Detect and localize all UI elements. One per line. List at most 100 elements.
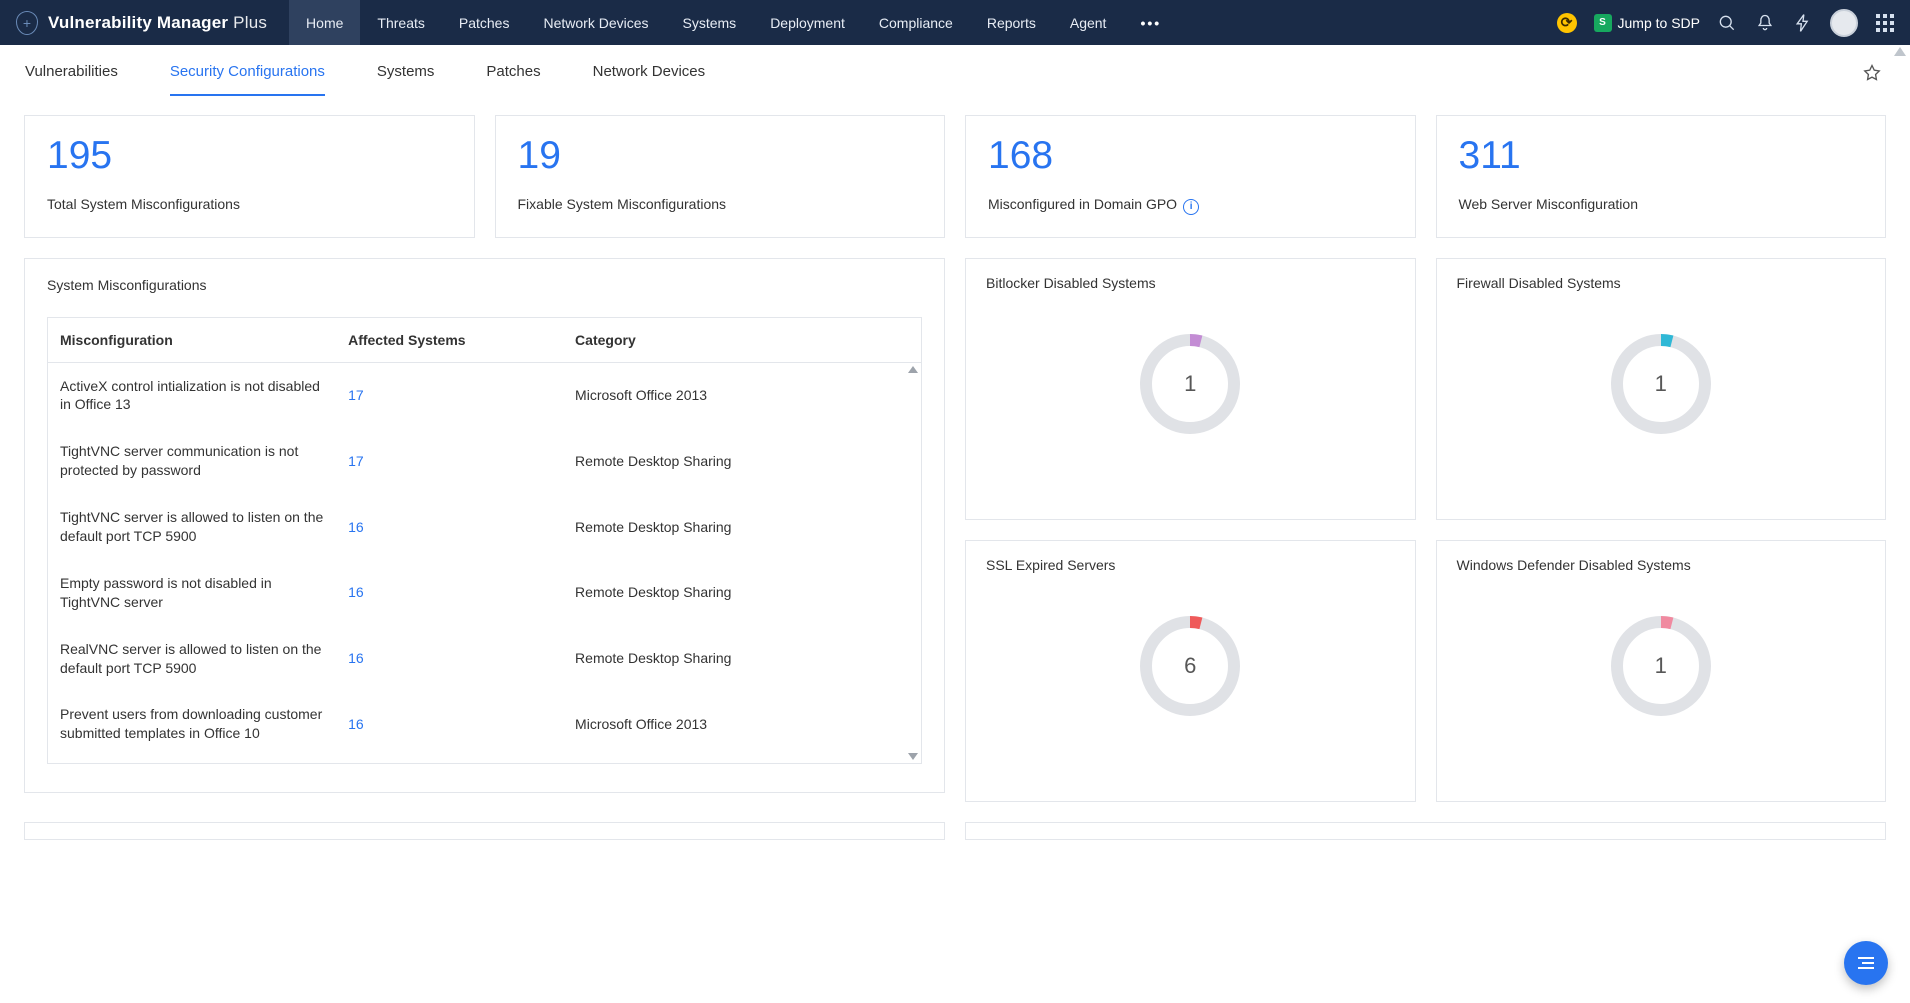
gauge-value: 1 (1606, 329, 1716, 439)
donut-gauge[interactable]: 1 (1606, 329, 1716, 439)
cell-misconfig: Users are not prevented from creating ne… (48, 757, 336, 762)
cell-affected-link[interactable]: 17 (336, 363, 563, 429)
search-icon[interactable] (1716, 12, 1738, 34)
gauge-row-1: Bitlocker Disabled Systems 1 Firewall Di… (965, 258, 1886, 520)
info-icon[interactable]: i (1183, 199, 1199, 215)
nav-item-systems[interactable]: Systems (666, 0, 754, 45)
stat-card-2: 168 Misconfigured in Domain GPOi (965, 115, 1416, 238)
donut-gauge[interactable]: 1 (1606, 611, 1716, 721)
gauge-title: SSL Expired Servers (986, 557, 1395, 573)
nav-item-compliance[interactable]: Compliance (862, 0, 970, 45)
brand[interactable]: + Vulnerability Manager Plus (16, 11, 267, 35)
gauge-title: Windows Defender Disabled Systems (1457, 557, 1866, 573)
cell-category: Microsoft Office 2013 (563, 757, 921, 762)
gauge-title: Firewall Disabled Systems (1457, 275, 1866, 291)
gauge-value: 6 (1135, 611, 1245, 721)
nav-item-home[interactable]: Home (289, 0, 360, 45)
notification-icon[interactable] (1754, 12, 1776, 34)
nav-item-network-devices[interactable]: Network Devices (526, 0, 665, 45)
gauge-row-2: SSL Expired Servers 6 Windows Defender D… (965, 540, 1886, 802)
gauge-value: 1 (1135, 329, 1245, 439)
sub-tabs: Vulnerabilities Security Configurations Sy… (0, 45, 1910, 97)
primary-nav: HomeThreatsPatchesNetwork DevicesSystems… (289, 0, 1123, 45)
cell-misconfig: TightVNC server communication is not pro… (48, 428, 336, 494)
stat-value[interactable]: 311 (1459, 134, 1864, 178)
table-row: Empty password is not disabled in TightV… (48, 560, 921, 626)
panel-placeholder (965, 822, 1886, 840)
subtab-patches[interactable]: Patches (486, 63, 540, 96)
donut-gauge[interactable]: 6 (1135, 611, 1245, 721)
cell-affected-link[interactable]: 16 (336, 626, 563, 692)
cell-category: Remote Desktop Sharing (563, 626, 921, 692)
table-row: TightVNC server communication is not pro… (48, 428, 921, 494)
stat-card-row: 195 Total System Misconfigurations19 Fix… (24, 115, 1886, 238)
gauge-value: 1 (1606, 611, 1716, 721)
nav-item-patches[interactable]: Patches (442, 0, 527, 45)
cell-misconfig: ActiveX control intialization is not dis… (48, 363, 336, 429)
table-row: RealVNC server is allowed to listen on t… (48, 626, 921, 692)
nav-item-deployment[interactable]: Deployment (753, 0, 862, 45)
shield-plus-icon: + (16, 11, 38, 35)
menu-lines-icon (1858, 957, 1874, 969)
stat-value[interactable]: 195 (47, 134, 452, 178)
cell-misconfig: RealVNC server is allowed to listen on t… (48, 626, 336, 692)
cell-category: Remote Desktop Sharing (563, 428, 921, 494)
app-header: + Vulnerability Manager Plus HomeThreats… (0, 0, 1910, 45)
subtab-vulnerabilities[interactable]: Vulnerabilities (25, 63, 118, 96)
quick-menu-fab[interactable] (1844, 941, 1888, 985)
table-row: TightVNC server is allowed to listen on … (48, 494, 921, 560)
gauge-title: Bitlocker Disabled Systems (986, 275, 1395, 291)
stat-card-1: 19 Fixable System Misconfigurations (495, 115, 946, 238)
stat-label: Misconfigured in Domain GPOi (988, 196, 1393, 215)
gauge-card: Windows Defender Disabled Systems 1 (1436, 540, 1887, 802)
cell-affected-link[interactable]: 16 (336, 691, 563, 757)
nav-item-threats[interactable]: Threats (360, 0, 441, 45)
cell-misconfig: TightVNC server is allowed to listen on … (48, 494, 336, 560)
th-affected-systems[interactable]: Affected Systems (336, 318, 563, 363)
cell-affected-link[interactable]: 16 (336, 757, 563, 762)
stat-value[interactable]: 168 (988, 134, 1393, 178)
table-row: ActiveX control intialization is not dis… (48, 363, 921, 429)
cell-affected-link[interactable]: 17 (336, 428, 563, 494)
user-avatar[interactable] (1830, 9, 1858, 37)
scroll-up-icon[interactable] (1894, 47, 1906, 56)
th-misconfiguration[interactable]: Misconfiguration (48, 318, 336, 363)
sdp-badge-icon: S (1594, 14, 1612, 32)
jump-to-sdp-link[interactable]: S Jump to SDP (1594, 14, 1700, 32)
subtab-security-configurations[interactable]: Security Configurations (170, 63, 325, 96)
gauge-card: SSL Expired Servers 6 (965, 540, 1416, 802)
stat-value[interactable]: 19 (518, 134, 923, 178)
gauge-card: Bitlocker Disabled Systems 1 (965, 258, 1416, 520)
cell-misconfig: Empty password is not disabled in TightV… (48, 560, 336, 626)
nav-item-agent[interactable]: Agent (1053, 0, 1124, 45)
gauge-card: Firewall Disabled Systems 1 (1436, 258, 1887, 520)
panel-placeholder (24, 822, 945, 840)
table-row: Prevent users from downloading customer … (48, 691, 921, 757)
misconfig-panel: System Misconfigurations Misconfiguratio… (24, 258, 945, 793)
cell-affected-link[interactable]: 16 (336, 560, 563, 626)
refresh-icon[interactable]: ⟳ (1556, 12, 1578, 34)
cell-category: Microsoft Office 2013 (563, 691, 921, 757)
brand-text: Vulnerability Manager Plus (48, 13, 267, 33)
stat-label: Total System Misconfigurations (47, 196, 452, 212)
stat-card-0: 195 Total System Misconfigurations (24, 115, 475, 238)
stat-card-3: 311 Web Server Misconfiguration (1436, 115, 1887, 238)
lightning-icon[interactable] (1792, 12, 1814, 34)
cell-affected-link[interactable]: 16 (336, 494, 563, 560)
th-category[interactable]: Category (563, 318, 921, 363)
nav-item-reports[interactable]: Reports (970, 0, 1053, 45)
donut-gauge[interactable]: 1 (1135, 329, 1245, 439)
subtab-systems[interactable]: Systems (377, 63, 435, 96)
cell-category: Remote Desktop Sharing (563, 494, 921, 560)
stat-label: Web Server Misconfiguration (1459, 196, 1864, 212)
subnav-area: Vulnerabilities Security Configurations Sy… (0, 45, 1910, 97)
table-row: Users are not prevented from creating ne… (48, 757, 921, 762)
stat-label: Fixable System Misconfigurations (518, 196, 923, 212)
subtab-network-devices[interactable]: Network Devices (593, 63, 706, 96)
cell-category: Microsoft Office 2013 (563, 363, 921, 429)
apps-grid-icon[interactable] (1874, 12, 1896, 34)
nav-more-icon[interactable]: ••• (1123, 15, 1178, 31)
cell-category: Remote Desktop Sharing (563, 560, 921, 626)
star-icon[interactable] (1862, 63, 1884, 85)
misconfig-panel-title: System Misconfigurations (47, 277, 922, 293)
